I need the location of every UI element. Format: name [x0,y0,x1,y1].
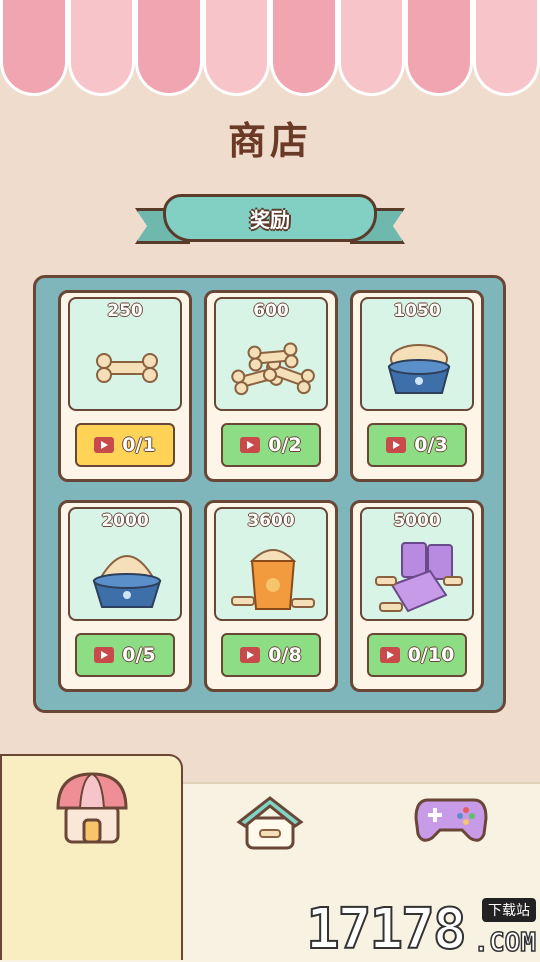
watch-ad-button[interactable]: 0/5 [75,633,175,677]
watermark-badge: 下载站 [482,898,536,922]
single-bone-icon [80,327,174,407]
reward-card[interactable]: 3600 0/8 [204,500,338,692]
watch-ad-button[interactable]: 0/8 [221,633,321,677]
food-bag-icon [226,537,320,617]
rewards-panel: 250 0/1 600 [33,275,506,713]
watch-ad-button[interactable]: 0/3 [367,423,467,467]
reward-card[interactable]: 250 0/1 [58,290,192,482]
reward-amount: 250 [70,301,180,321]
ad-progress: 0/10 [408,644,455,666]
watermark-suffix: .COM [473,928,536,958]
reward-card-image-area: 2000 [68,507,182,621]
reward-card-image-area: 600 [214,297,328,411]
awning-stripe [203,0,271,96]
awning-stripe [135,0,203,96]
video-icon [240,647,260,663]
ad-progress: 0/8 [268,644,301,666]
watch-ad-button[interactable]: 0/10 [367,633,467,677]
awning-stripe [405,0,473,96]
ad-progress: 0/2 [268,434,301,456]
video-icon [94,437,114,453]
shop-awning-icon [52,768,132,848]
shop-awning [0,0,540,100]
reward-card-image-area: 5000 [360,507,474,621]
reward-amount: 5000 [362,511,472,531]
reward-card-image-area: 250 [68,297,182,411]
section-ribbon: 奖励 [135,190,405,260]
watch-ad-button[interactable]: 0/2 [221,423,321,467]
page-title: 商店 [0,110,540,165]
gamepad-icon[interactable] [414,794,488,846]
section-label: 奖励 [163,194,377,242]
reward-card[interactable]: 5000 0/10 [350,500,484,692]
food-bowl-large-icon [80,537,174,617]
video-icon [240,437,260,453]
ad-progress: 0/1 [122,434,155,456]
reward-amount: 1050 [362,301,472,321]
awning-stripe [338,0,406,96]
reward-card-image-area: 1050 [360,297,474,411]
ad-progress: 0/3 [414,434,447,456]
reward-amount: 600 [216,301,326,321]
reward-card[interactable]: 600 0/2 [204,290,338,482]
dog-house-icon[interactable] [235,792,305,852]
food-bags-icon [372,537,466,617]
awning-stripe [0,0,68,96]
reward-amount: 2000 [70,511,180,531]
tab-shop[interactable] [0,754,183,960]
bone-pile-icon [226,327,320,407]
awning-stripe [473,0,540,96]
food-bowl-icon [372,327,466,407]
reward-amount: 3600 [216,511,326,531]
reward-card[interactable]: 1050 0/3 [350,290,484,482]
reward-card[interactable]: 2000 0/5 [58,500,192,692]
awning-stripe [270,0,338,96]
watermark: 17178 下载站 .COM [306,898,536,960]
watermark-number: 17178 [306,900,465,960]
watch-ad-button[interactable]: 0/1 [75,423,175,467]
ad-progress: 0/5 [122,644,155,666]
video-icon [94,647,114,663]
video-icon [380,647,400,663]
awning-stripe [68,0,136,96]
video-icon [386,437,406,453]
reward-card-image-area: 3600 [214,507,328,621]
